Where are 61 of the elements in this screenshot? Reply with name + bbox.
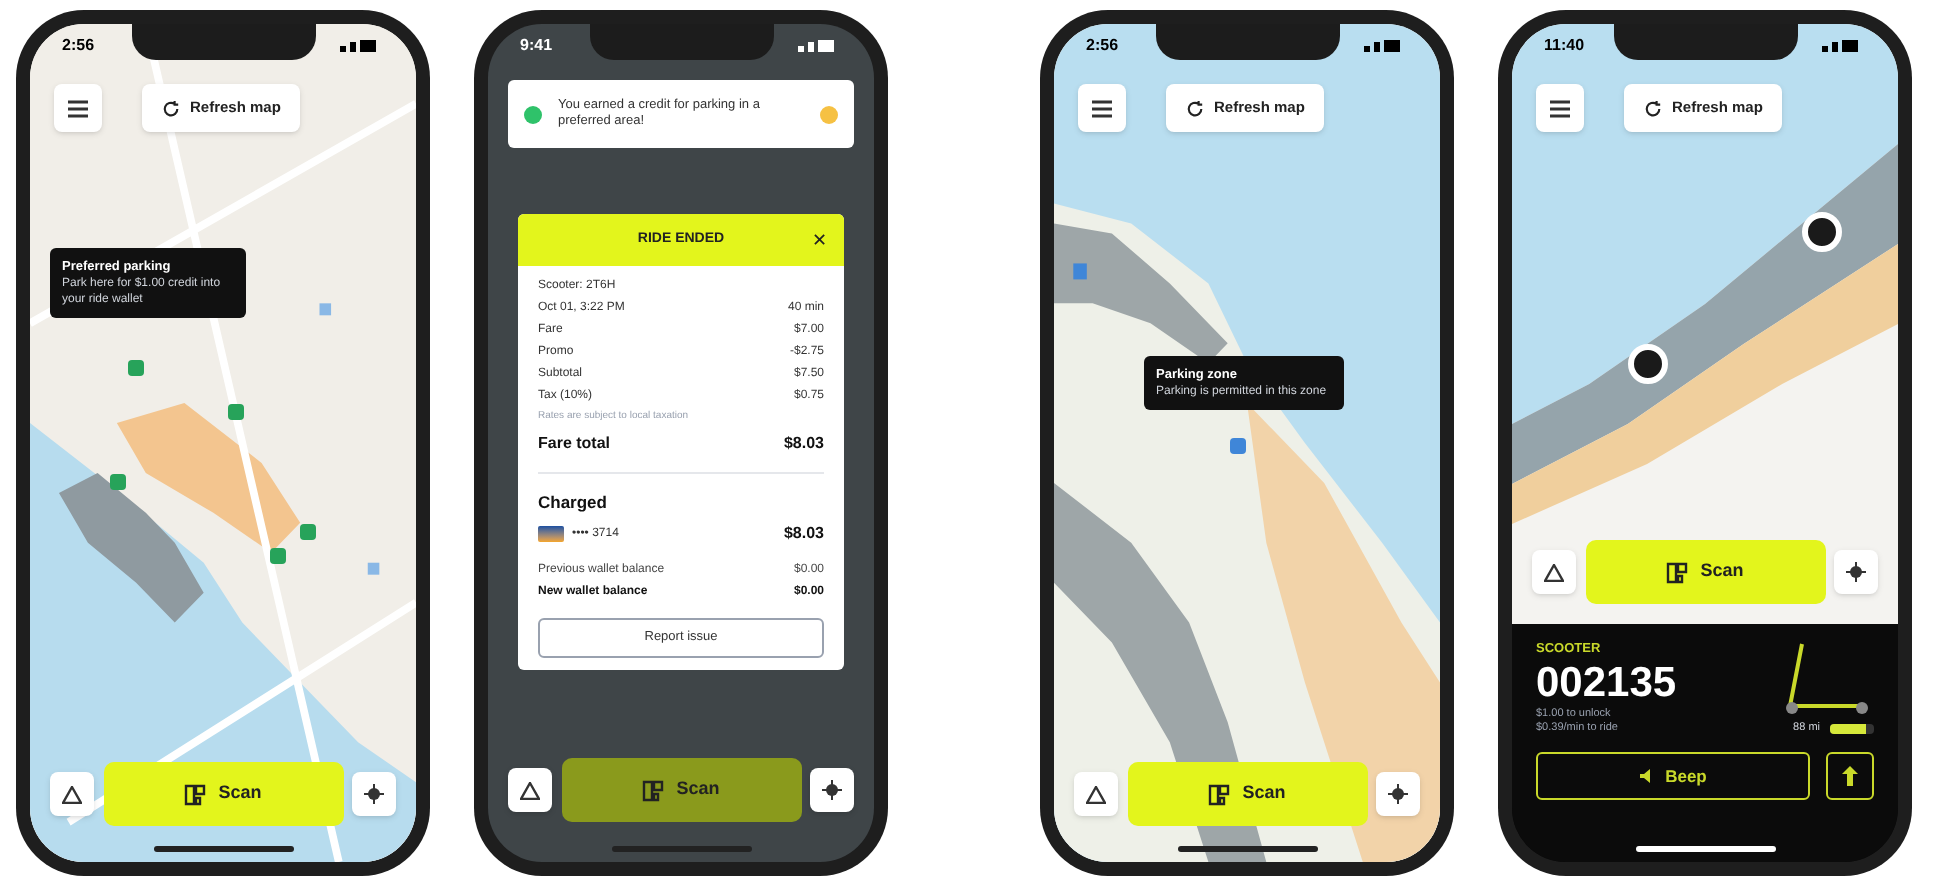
scan-icon xyxy=(1208,783,1231,805)
status-time: 11:40 xyxy=(1544,34,1585,58)
scooter-drawing xyxy=(1782,640,1874,716)
scan-button[interactable]: Scan xyxy=(103,762,343,826)
warning-icon xyxy=(1086,785,1106,803)
menu-button[interactable] xyxy=(54,84,102,132)
locate-button[interactable] xyxy=(1376,772,1420,816)
status-time: 2:56 xyxy=(62,34,95,58)
warning-icon xyxy=(520,781,540,799)
parking-marker-icon xyxy=(1230,438,1246,454)
beep-button[interactable]: Beep xyxy=(1536,752,1810,801)
receipt-label: Fare total xyxy=(538,431,611,455)
location-icon xyxy=(1846,562,1866,582)
charged-amount: $8.03 xyxy=(783,522,824,547)
status-time: 2:56 xyxy=(1086,34,1119,58)
parking-marker-icon xyxy=(110,474,126,490)
locate-button[interactable] xyxy=(810,768,854,812)
scooter-number: 002135 xyxy=(1536,659,1677,708)
status-time: 9:41 xyxy=(520,34,553,58)
charged-title: Charged xyxy=(538,489,609,515)
menu-button[interactable] xyxy=(1078,84,1126,132)
location-icon xyxy=(364,784,384,804)
report-button[interactable] xyxy=(50,772,94,816)
report-button[interactable] xyxy=(1532,550,1576,594)
refresh-icon xyxy=(162,99,180,117)
parking-marker-icon xyxy=(228,404,244,420)
home-indicator xyxy=(611,846,751,852)
menu-icon xyxy=(68,99,88,117)
flag-button[interactable] xyxy=(1826,752,1874,801)
refresh-icon xyxy=(1644,99,1662,117)
scan-icon xyxy=(1666,561,1689,583)
warning-icon xyxy=(62,785,82,803)
locate-button[interactable] xyxy=(1834,550,1878,594)
warning-icon xyxy=(1544,563,1564,581)
report-button[interactable] xyxy=(1074,772,1118,816)
scan-icon xyxy=(184,783,207,805)
locate-button[interactable] xyxy=(352,772,396,816)
refresh-icon xyxy=(1186,99,1204,117)
home-indicator xyxy=(1635,846,1775,852)
location-icon xyxy=(1388,784,1408,804)
parking-marker-icon xyxy=(128,360,144,376)
menu-button[interactable] xyxy=(1536,84,1584,132)
home-indicator xyxy=(1177,846,1317,852)
scan-button[interactable]: Scan xyxy=(1127,762,1367,826)
menu-icon xyxy=(1550,99,1570,117)
close-button[interactable]: ✕ xyxy=(812,226,828,254)
speaker-icon xyxy=(1639,768,1656,785)
scan-button[interactable]: Scan xyxy=(1585,540,1825,604)
parking-marker-icon xyxy=(300,524,316,540)
coin-icon xyxy=(820,105,838,123)
menu-icon xyxy=(1092,99,1112,117)
home-indicator xyxy=(153,846,293,852)
report-button[interactable] xyxy=(508,768,552,812)
up-arrow-icon xyxy=(1842,766,1858,787)
card-icon xyxy=(538,526,564,543)
check-icon xyxy=(524,105,542,123)
parking-marker-icon xyxy=(270,548,286,564)
scan-icon xyxy=(642,779,665,801)
receipt-value: $8.03 xyxy=(783,431,824,455)
location-icon xyxy=(822,780,842,800)
scan-button[interactable]: Scan xyxy=(561,758,801,822)
